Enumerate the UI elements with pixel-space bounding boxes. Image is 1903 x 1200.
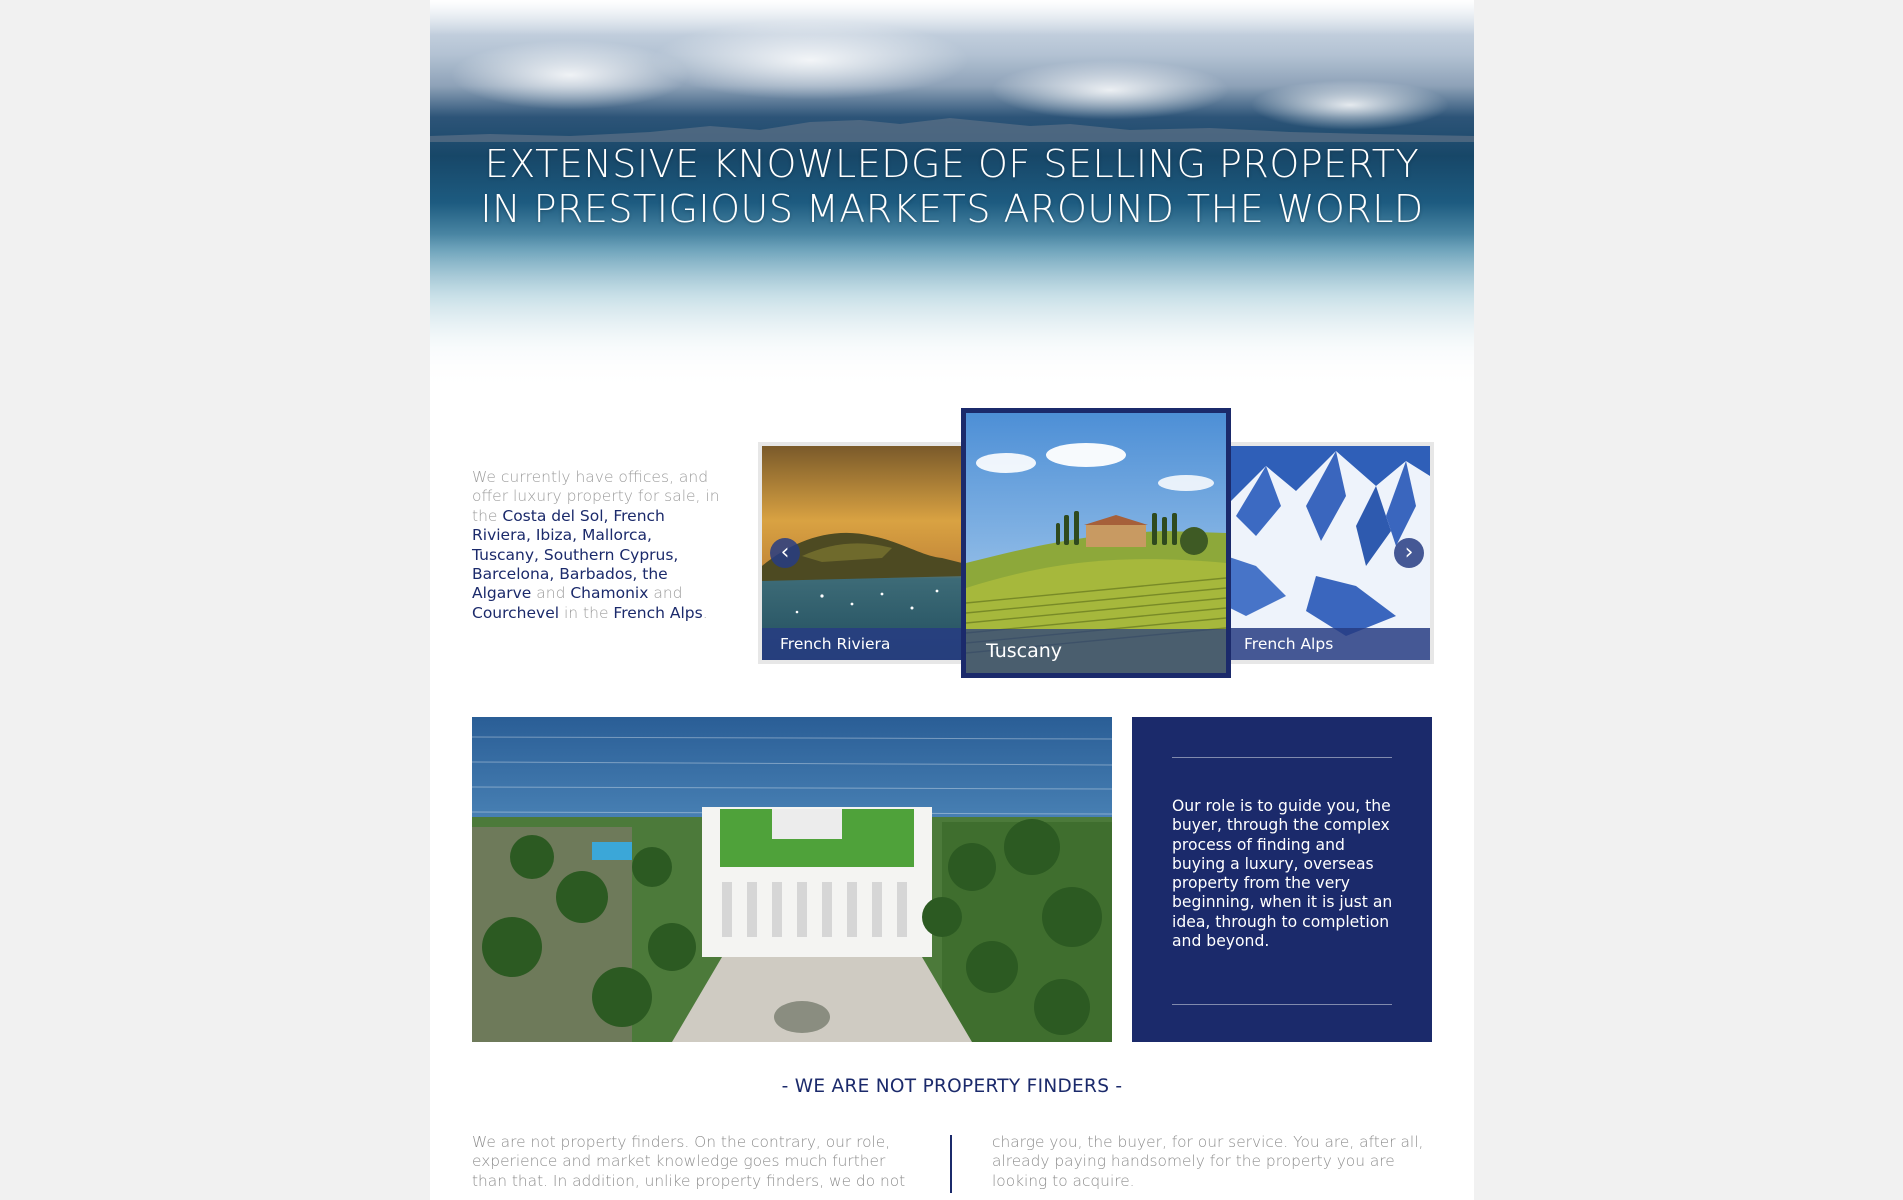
chevron-right-icon: › — [1404, 540, 1414, 565]
carousel-caption: French Alps — [1226, 628, 1430, 660]
location-carousel: French Riviera French Alps Tuscany ‹ › — [758, 408, 1434, 678]
column-divider — [950, 1135, 952, 1193]
french-alps-link[interactable]: French Alps — [613, 604, 702, 622]
chevron-left-icon: ‹ — [780, 540, 790, 565]
divider — [1172, 757, 1392, 758]
hero-cloud — [450, 40, 690, 110]
intro-connector: and — [648, 584, 683, 603]
carousel-card-tuscany[interactable]: Tuscany — [961, 408, 1231, 678]
divider — [1172, 1004, 1392, 1005]
carousel-prev-button[interactable]: ‹ — [770, 538, 800, 568]
hero-title: EXTENSIVE KNOWLEDGE OF SELLING PROPERTY … — [430, 142, 1474, 232]
not-finders-text-right: charge you, the buyer, for our service. … — [992, 1133, 1424, 1190]
intro-period: . — [702, 603, 708, 622]
hero-title-line: EXTENSIVE KNOWLEDGE OF SELLING PROPERTY — [484, 142, 1420, 186]
hero-cloud — [650, 20, 970, 100]
chamonix-link[interactable]: Chamonix — [570, 584, 648, 602]
our-role-text: Our role is to guide you, the buyer, thr… — [1172, 797, 1393, 951]
carousel-caption: French Riviera — [762, 628, 966, 660]
office-locations-text: We currently have offices, and offer lux… — [472, 468, 720, 623]
hero-title-line: IN PRESTIGIOUS MARKETS AROUND THE WORLD — [480, 187, 1424, 231]
carousel-next-button[interactable]: › — [1394, 538, 1424, 568]
section-heading: - WE ARE NOT PROPERTY FINDERS - — [781, 1076, 1123, 1097]
hero-mountains — [430, 118, 1474, 142]
carousel-caption-active: Tuscany — [966, 629, 1226, 673]
intro-connector: and — [531, 584, 571, 603]
villa-photo — [472, 717, 1112, 1042]
not-finders-text-left: We are not property finders. On the cont… — [472, 1133, 906, 1190]
hero-cloud — [990, 60, 1230, 120]
page: EXTENSIVE KNOWLEDGE OF SELLING PROPERTY … — [430, 0, 1474, 1200]
intro-connector: in the — [559, 603, 614, 622]
courchevel-link[interactable]: Courchevel — [472, 604, 559, 622]
our-role-panel: Our role is to guide you, the buyer, thr… — [1132, 717, 1432, 1042]
hero-banner: EXTENSIVE KNOWLEDGE OF SELLING PROPERTY … — [430, 0, 1474, 390]
